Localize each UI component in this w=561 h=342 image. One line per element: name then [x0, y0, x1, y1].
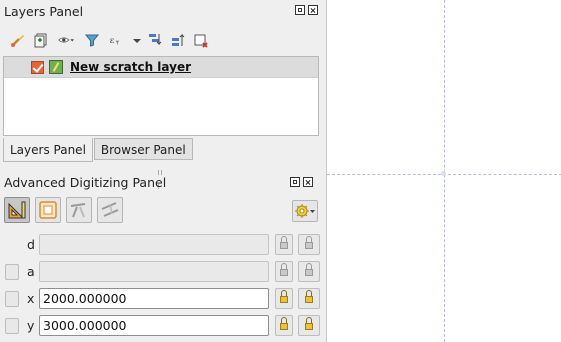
tab-browser-panel[interactable]: Browser Panel — [93, 138, 193, 160]
float-panel-button[interactable] — [295, 5, 305, 15]
line-layer-icon — [49, 60, 63, 74]
angle-relative-button[interactable] — [298, 261, 320, 282]
x-row: x — [0, 288, 324, 310]
layer-visibility-checkbox[interactable] — [31, 60, 44, 74]
layers-dock-buttons — [295, 5, 318, 15]
y-relative-button[interactable] — [298, 315, 320, 336]
x-relative-icon[interactable] — [5, 291, 19, 307]
chevron-down-icon[interactable] — [131, 30, 143, 50]
advanced-dock-buttons — [290, 177, 313, 187]
lock-icon — [280, 317, 288, 330]
distance-lock-button[interactable] — [275, 234, 293, 255]
expand-all-icon[interactable] — [143, 30, 166, 50]
layers-panel-title: Layers Panel — [4, 4, 84, 19]
close-panel-button[interactable] — [303, 177, 313, 187]
distance-label: d — [27, 237, 35, 252]
lock-icon — [280, 236, 288, 249]
lock-icon — [280, 263, 288, 276]
lock-icon — [305, 236, 313, 249]
angle-field[interactable] — [39, 261, 269, 282]
remove-layer-icon[interactable] — [189, 30, 212, 50]
layer-name[interactable]: New scratch layer — [70, 60, 191, 74]
style-brush-icon[interactable] — [6, 30, 29, 50]
dock-tabs: Layers Panel Browser Panel — [3, 138, 193, 162]
lock-icon — [305, 290, 313, 303]
layers-dock: Layers Panel ε New scratch layer Layers … — [0, 0, 324, 170]
add-group-icon[interactable] — [29, 30, 52, 50]
cursor-point — [441, 171, 446, 176]
advanced-tools — [4, 197, 123, 223]
y-relative-icon[interactable] — [5, 318, 19, 334]
layers-toolbar: ε — [6, 30, 212, 50]
cad-enable-icon[interactable] — [4, 197, 30, 223]
y-row: y — [0, 315, 324, 337]
expression-filter-icon[interactable]: ε — [103, 30, 131, 50]
angle-lock-button[interactable] — [275, 261, 293, 282]
distance-field[interactable] — [39, 234, 269, 255]
angle-row: a — [0, 261, 324, 283]
perpendicular-icon[interactable] — [97, 197, 123, 223]
advanced-digitizing-title: Advanced Digitizing Panel — [4, 175, 167, 190]
x-label: x — [27, 291, 35, 306]
distance-row: d — [0, 234, 324, 256]
y-label: y — [27, 318, 35, 333]
filter-icon[interactable] — [80, 30, 103, 50]
gear-icon[interactable] — [292, 200, 318, 222]
svg-text:ε: ε — [110, 36, 115, 46]
eye-visibility-icon[interactable] — [52, 30, 80, 50]
angle-relative-icon[interactable] — [5, 264, 19, 280]
lock-icon — [280, 290, 288, 303]
lock-icon — [305, 263, 313, 276]
parallel-icon[interactable] — [66, 197, 92, 223]
angle-label: a — [27, 264, 35, 279]
y-lock-button[interactable] — [275, 315, 293, 336]
layers-tree: New scratch layer — [3, 56, 319, 136]
distance-relative-button[interactable] — [298, 234, 320, 255]
close-panel-button[interactable] — [308, 5, 318, 15]
x-relative-button[interactable] — [298, 288, 320, 309]
collapse-all-icon[interactable] — [166, 30, 189, 50]
float-panel-button[interactable] — [290, 177, 300, 187]
y-coordinate-field[interactable] — [39, 315, 269, 336]
dock-splitter-handle[interactable] — [158, 164, 166, 189]
x-lock-button[interactable] — [275, 288, 293, 309]
map-canvas[interactable] — [326, 0, 561, 342]
tab-layers-panel[interactable]: Layers Panel — [3, 138, 93, 162]
layer-row[interactable]: New scratch layer — [4, 57, 318, 78]
lock-icon — [305, 317, 313, 330]
x-coordinate-field[interactable] — [39, 288, 269, 309]
construction-mode-icon[interactable] — [35, 197, 61, 223]
